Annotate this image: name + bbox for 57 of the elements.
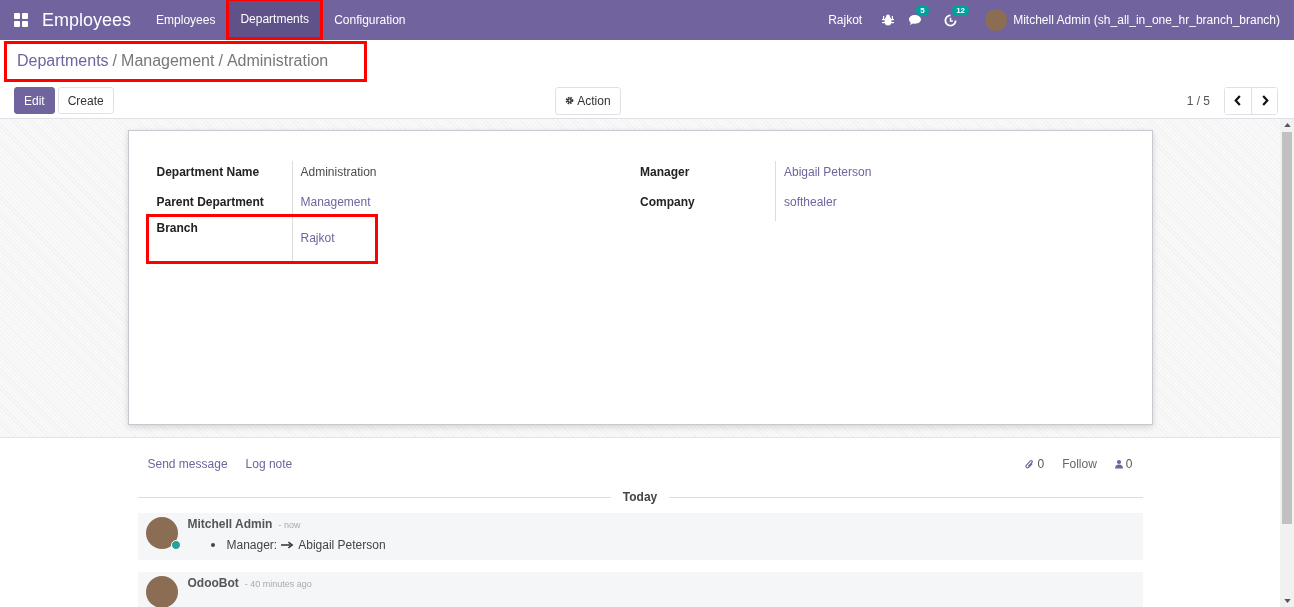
field-label: Department Name — [156, 164, 261, 179]
arrow-right-icon — [281, 541, 295, 549]
bullet-icon — [210, 543, 215, 547]
field-link[interactable]: Rajkot — [291, 217, 343, 261]
tracking-field: Manager: — [226, 538, 278, 552]
follower-count[interactable]: 0 — [1125, 457, 1133, 471]
form-button[interactable]: Create — [57, 87, 114, 114]
form-button[interactable]: Edit — [14, 87, 55, 114]
breadcrumb-separator: / — [112, 52, 118, 70]
avatar-placeholder — [145, 576, 178, 607]
message-author: Mitchell Admin — [187, 517, 273, 531]
apps-menu-icon[interactable] — [14, 13, 28, 27]
field-label: Manager — [640, 164, 691, 179]
field-link[interactable]: Abigail Peterson — [775, 161, 880, 191]
chat-icon[interactable] — [908, 14, 923, 26]
app-title: Employees — [42, 9, 132, 31]
breadcrumb-item: Management — [121, 52, 215, 70]
menu-item[interactable]: Configuration — [323, 0, 417, 40]
next-button[interactable] — [1251, 87, 1277, 114]
breadcrumb-link[interactable]: Departments — [17, 52, 109, 70]
message-time: - 40 minutes ago — [244, 579, 312, 589]
field-link[interactable]: Management — [291, 191, 379, 221]
bug-icon[interactable] — [882, 14, 895, 26]
scroll-up-icon[interactable] — [1283, 123, 1291, 127]
chevron-left-icon — [1234, 95, 1242, 106]
chevron-right-icon — [1260, 95, 1269, 106]
gear-icon — [565, 96, 575, 105]
paperclip-icon[interactable] — [1025, 458, 1035, 470]
send-message-link[interactable]: Send message — [147, 457, 228, 471]
user-menu[interactable]: Mitchell Admin (sh_all_in_one_hr_branch_branch) — [1013, 13, 1280, 27]
action-button[interactable]: Action — [555, 86, 621, 115]
message-time: - now — [278, 520, 301, 530]
field-value: Administration — [291, 161, 385, 191]
field-label: Parent Department — [156, 194, 265, 209]
branch-switcher[interactable]: Rajkot — [828, 13, 863, 27]
tracking-value: Abigail Peterson — [298, 538, 386, 552]
field-link[interactable]: softhealer — [775, 191, 850, 221]
breadcrumb-item: Administration — [226, 52, 329, 70]
scrollbar-thumb[interactable] — [1282, 132, 1292, 524]
scroll-down-icon[interactable] — [1283, 599, 1291, 603]
user-icon[interactable] — [1114, 459, 1123, 469]
scrollbar[interactable] — [1280, 119, 1294, 607]
field-label: Branch — [156, 220, 199, 235]
field-label: Company — [640, 194, 696, 209]
clock-icon[interactable] — [944, 13, 958, 27]
follow-link[interactable]: Follow — [1062, 457, 1097, 471]
notification-badge: 12 — [952, 4, 970, 16]
log-note-link[interactable]: Log note — [245, 457, 293, 471]
menu-item[interactable]: Employees — [145, 0, 227, 40]
notification-badge: 5 — [916, 5, 929, 16]
attachment-count[interactable]: 0 — [1037, 457, 1045, 471]
breadcrumb-separator: / — [218, 52, 223, 70]
menu-item[interactable]: Departments — [226, 0, 324, 40]
avatar-placeholder — [145, 517, 178, 549]
pager-counter: 1 / 5 — [1186, 93, 1210, 108]
date-separator: Today — [622, 490, 658, 504]
message-author: OdooBot — [187, 576, 239, 590]
